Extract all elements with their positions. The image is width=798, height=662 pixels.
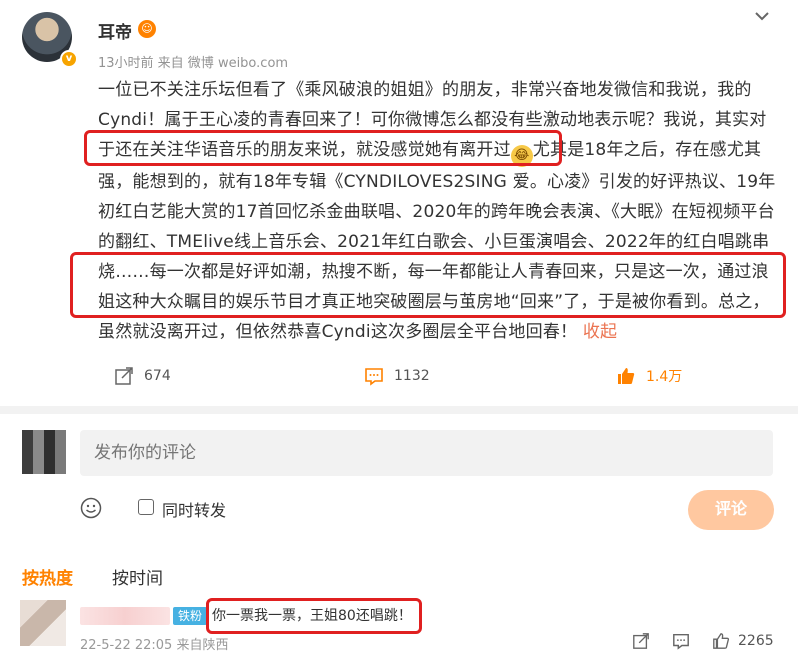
thumbs-up-icon [713, 633, 730, 649]
smiley-icon[interactable] [80, 497, 102, 519]
verified-badge-icon: v [60, 50, 78, 68]
comment-input[interactable] [80, 430, 773, 476]
repost-count: 674 [144, 368, 171, 384]
chevron-down-icon[interactable] [752, 6, 772, 26]
like-action[interactable]: 1.4万 [616, 366, 682, 386]
share-icon [633, 633, 649, 649]
post-text-part-1: 一位已不关注乐坛但看了《乘风破浪的姐姐》的朋友，非常兴奋地发微信和我说，我的Cy… [98, 80, 752, 130]
comment-action[interactable]: 1132 [364, 366, 430, 386]
repost-checkbox[interactable] [138, 499, 154, 515]
user-level-badge-icon: ☺ [138, 20, 156, 38]
commenter-avatar[interactable] [20, 600, 66, 646]
comment-meta: 22-5-22 22:05 来自陕西 [80, 638, 229, 653]
comment-icon [673, 633, 689, 650]
tab-sort-by-time[interactable]: 按时间 [112, 564, 163, 589]
submit-comment-button[interactable]: 评论 [688, 490, 774, 530]
author-username[interactable]: 耳帝 [98, 18, 132, 43]
thumbs-up-icon [618, 368, 635, 384]
share-icon [115, 367, 133, 385]
section-divider [0, 406, 798, 414]
comment-like-count: 2265 [738, 633, 774, 649]
repost-action[interactable]: 674 [114, 366, 171, 386]
comment-share-action[interactable] [632, 632, 650, 650]
collapse-link[interactable]: 收起 [583, 322, 617, 342]
comment-count: 1132 [394, 368, 430, 384]
highlight-box-2 [70, 252, 786, 318]
tab-sort-by-hot[interactable]: 按热度 [22, 564, 73, 589]
current-user-avatar [22, 430, 66, 474]
like-count: 1.4万 [646, 369, 683, 385]
post-meta: 13小时前 来自 微博 weibo.com [98, 56, 289, 71]
repost-checkbox-label[interactable]: 同时转发 [162, 497, 226, 521]
comment-like-action[interactable]: 2265 [712, 632, 774, 650]
comment-icon [365, 368, 383, 386]
comment-text: 你一票我一票，王姐80还唱跳！ [212, 608, 412, 624]
commenter-name-redacted[interactable] [80, 607, 170, 625]
comment-reply-action[interactable] [672, 632, 690, 650]
fan-badge: 铁粉 [173, 607, 208, 625]
highlight-box-1 [84, 130, 562, 166]
